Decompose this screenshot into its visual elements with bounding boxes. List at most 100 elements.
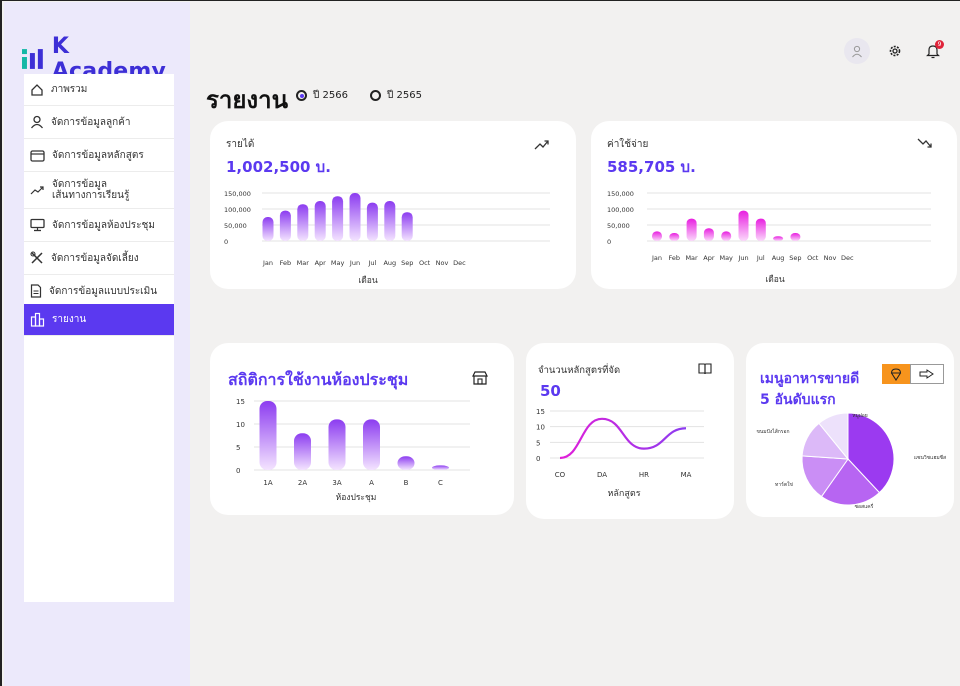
x-tick-label: C (438, 479, 443, 487)
x-tick-label: Oct (419, 259, 431, 267)
sidebar-item-label: รายงาน (52, 314, 87, 325)
x-tick-label: 1A (263, 479, 272, 487)
y-tick-label: 50,000 (607, 222, 630, 230)
x-tick-label: DA (597, 471, 607, 479)
icecream-toggle-button[interactable] (882, 364, 910, 384)
pie-label: แซนวิชแฮมชีส (914, 454, 946, 461)
bar (773, 236, 784, 241)
book-icon (698, 363, 712, 375)
pie-label: ซอสแครี่ (855, 503, 874, 510)
y-tick-label: 150,000 (607, 190, 634, 198)
bar (432, 465, 449, 470)
expense-chart: 150,000 100,000 50,000 0 Jan Feb Mar Apr May Jun J… (607, 190, 931, 285)
app-frame: K Academy ภาพรวม จัดการข้อมูลลูกค้า จัดก… (0, 0, 960, 686)
x-tick-label: Feb (280, 259, 292, 267)
sidebar-item-label: จัดการข้อมูลหลักสูตร (52, 149, 144, 161)
x-tick-label: May (331, 259, 345, 267)
folder-icon (30, 149, 45, 162)
sidebar-item-label: จัดการข้อมูลห้องประชุม (52, 219, 155, 231)
x-tick-label: Mar (297, 259, 310, 267)
y-tick-label: 0 (224, 238, 228, 246)
x-tick-label: Oct (807, 254, 819, 262)
notifications-button[interactable]: 9 (920, 38, 946, 64)
y-tick-label: 150,000 (224, 190, 251, 198)
x-tick-label: CO (555, 471, 566, 479)
x-tick-label: Jul (367, 259, 376, 267)
gear-icon (889, 45, 901, 57)
bar (366, 202, 378, 241)
expense-title: ค่าใช้จ่าย (607, 139, 649, 150)
sidebar-item-label-line2: เส้นทางการเรียนรู้ (52, 190, 130, 201)
x-tick-label: Mar (685, 254, 698, 262)
expense-card: ค่าใช้จ่าย 585,705 บ. 150,000 100,000 50,0… (591, 121, 957, 289)
profile-button[interactable] (844, 38, 870, 64)
y-tick-label: 100,000 (607, 206, 634, 214)
rooms-card: สถิติการใช้งานห้องประชุม 15 10 5 0 1A 2A 3A A B C… (210, 343, 514, 515)
y-tick-label: 15 (536, 408, 545, 416)
sidebar-item-learning-paths[interactable]: จัดการข้อมูล เส้นทางการเรียนรู้ (24, 172, 174, 209)
bar (384, 201, 396, 241)
x-tick-label: Jan (651, 254, 662, 262)
y-tick-label: 10 (236, 421, 245, 429)
y-tick-label: 15 (236, 398, 245, 406)
bar (262, 217, 274, 241)
home-icon (31, 83, 43, 96)
sidebar-item-overview[interactable]: ภาพรวม (24, 74, 174, 106)
sidebar-item-meeting-rooms[interactable]: จัดการข้อมูลห้องประชุม (24, 209, 174, 242)
menu-title-1: เมนูอาหารขายดี (760, 371, 860, 387)
year-label: ปี 2566 (313, 90, 348, 101)
sidebar-item-courses[interactable]: จัดการข้อมูลหลักสูตร (24, 139, 174, 172)
sidebar-item-label: จัดการข้อมูลจัดเลี้ยง (51, 252, 139, 264)
bar (721, 231, 732, 241)
x-tick-label: 3A (332, 479, 341, 487)
drink-icon (919, 369, 934, 379)
x-tick-label: Feb (669, 254, 681, 262)
bar (297, 204, 309, 241)
x-tick-label: HR (639, 471, 649, 479)
pie-label: หมูฝอย (852, 413, 868, 419)
year-option-2565[interactable]: ปี 2565 (370, 88, 422, 103)
bar (738, 210, 749, 241)
year-option-2566[interactable]: ปี 2566 (296, 88, 348, 103)
bar (363, 419, 380, 470)
user-icon (852, 45, 862, 57)
sidebar-item-reports[interactable]: รายงาน (24, 304, 174, 336)
x-tick-label: Jul (756, 254, 765, 262)
menu-card: เมนูอาหารขายดี 5 อันดับแรก หมูฝอย แซนวิชแ… (746, 343, 954, 517)
courses-card: จำนวนหลักสูตรที่จัด 50 15 10 5 0 CO DA HR MA หลั… (526, 343, 734, 519)
trend-down-icon (917, 138, 932, 148)
sidebar-item-customers[interactable]: จัดการข้อมูลลูกค้า (24, 106, 174, 139)
bar (328, 419, 346, 470)
bar (401, 212, 413, 241)
x-tick-label: A (369, 479, 374, 487)
x-tick-label: 2A (298, 479, 307, 487)
sidebar: K Academy ภาพรวม จัดการข้อมูลลูกค้า จัดก… (4, 2, 190, 686)
bar (669, 233, 680, 241)
x-tick-label: Dec (841, 254, 854, 262)
main-content: 9 รายงาน ปี 2566 ปี 2565 รายได้ 1,002,50… (192, 2, 960, 686)
x-axis-title: เดือน (765, 274, 785, 285)
building-icon (30, 312, 45, 327)
radio-selected[interactable] (296, 90, 307, 101)
bar (332, 196, 344, 241)
bar (652, 231, 662, 241)
y-tick-label: 5 (236, 444, 240, 452)
sidebar-item-label: จัดการข้อมูลแบบประเมิน (49, 285, 158, 297)
menu-pie-chart: หมูฝอยแซนวิชแฮมชีสซอสแครี่ ทาร์ตใข่ ขนมปัง… (756, 412, 946, 510)
drink-toggle-button[interactable] (910, 364, 944, 384)
x-tick-label: Dec (453, 259, 466, 267)
x-tick-label: Jun (737, 254, 748, 262)
income-value: 1,002,500 บ. (226, 158, 331, 176)
x-tick-label: Apr (703, 254, 715, 262)
radio-unselected[interactable] (370, 90, 381, 101)
bar (279, 210, 291, 241)
monitor-icon (30, 218, 45, 232)
sidebar-item-catering[interactable]: จัดการข้อมูลจัดเลี้ยง (24, 242, 174, 275)
income-chart: 150,000 100,000 50,000 0 Jan Feb Mar Apr May Jun J… (224, 190, 550, 286)
pie-label: ขนมปังไส้กรอก (756, 428, 789, 435)
sidebar-menu: ภาพรวม จัดการข้อมูลลูกค้า จัดการข้อมูลหล… (24, 74, 174, 602)
settings-button[interactable] (882, 38, 908, 64)
x-tick-label: Sep (401, 259, 413, 267)
y-tick-label: 0 (536, 455, 540, 463)
bar (349, 193, 361, 241)
